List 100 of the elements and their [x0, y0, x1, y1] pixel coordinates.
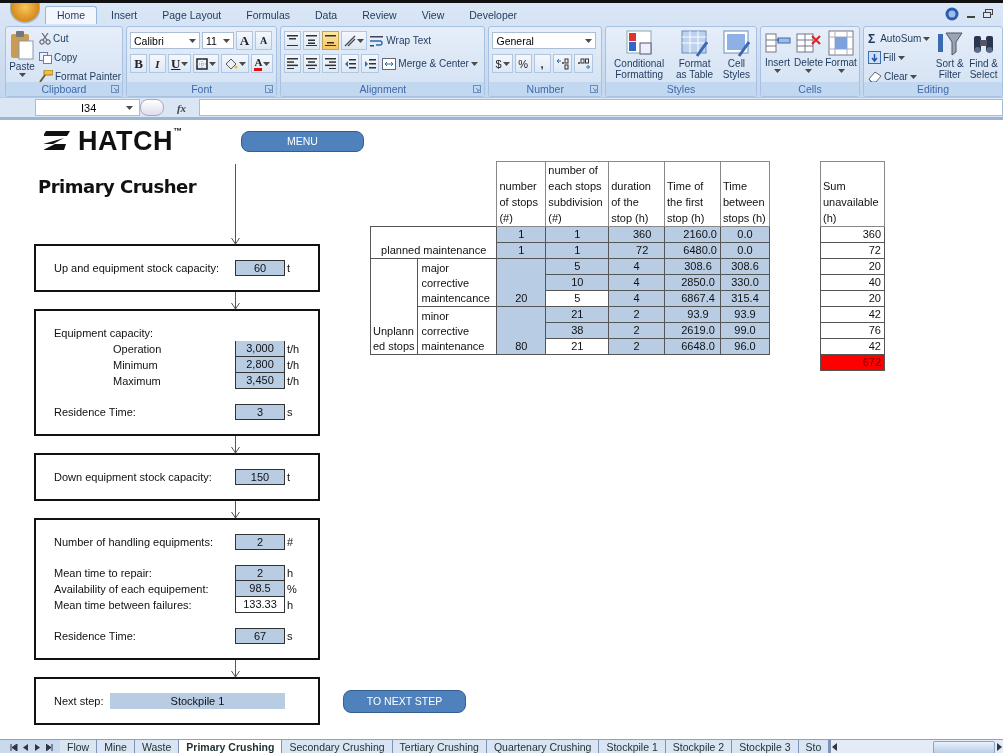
caret-down-icon [18, 73, 26, 77]
currency-button[interactable]: $ [492, 54, 513, 73]
cut-button[interactable]: Cut [38, 30, 123, 47]
name-box[interactable]: I34 [35, 99, 140, 116]
field-label: Maximum [112, 375, 162, 387]
insert-button[interactable]: Insert [764, 30, 792, 73]
sheet-tab[interactable]: Waste [134, 740, 180, 753]
format-cells-icon [828, 30, 854, 56]
group-label: Number [526, 83, 564, 95]
previous-sheet-icon[interactable] [22, 743, 30, 751]
value-cell: 3 [235, 404, 285, 420]
logo-wordmark: HATCH$^{™}$ [78, 125, 183, 157]
shrink-font-button[interactable]: A [255, 31, 272, 50]
merge-center-button[interactable]: Merge & Center [381, 55, 479, 72]
font-name-dropdown[interactable]: Calibri [130, 32, 200, 49]
sheet-tab[interactable]: Quartenary Crushing [486, 740, 600, 753]
menu-button[interactable]: MENU [241, 130, 364, 152]
help-icon[interactable] [945, 6, 959, 21]
autosum-button[interactable]: Σ AutoSum [867, 30, 932, 47]
sort-filter-button[interactable]: Sort & Filter [934, 30, 966, 86]
borders-button[interactable] [193, 54, 220, 73]
sheet-tab[interactable]: Primary Crushing [179, 740, 283, 753]
fill-button[interactable]: Fill [867, 49, 932, 66]
scrollbar-thumb[interactable] [933, 740, 995, 753]
middle-align-button[interactable] [303, 31, 321, 50]
wrap-text-button[interactable]: Wrap Text [369, 32, 432, 49]
italic-button[interactable]: I [149, 54, 166, 73]
sheet-tab[interactable]: Secondary Crushing [282, 740, 393, 753]
field-label: Mean time to repair: [54, 567, 153, 579]
percent-button[interactable]: % [514, 54, 532, 73]
bottom-align-button[interactable] [322, 31, 340, 50]
ribbon-tab[interactable]: Insert [100, 7, 149, 24]
format-painter-button[interactable]: Format Painter [38, 68, 123, 85]
scissors-icon [39, 32, 51, 45]
grow-font-button[interactable]: A [236, 31, 253, 50]
ribbon-tab[interactable]: View [410, 7, 456, 24]
number-format-dropdown[interactable]: General [492, 32, 597, 49]
orientation-button[interactable] [341, 31, 368, 50]
last-sheet-icon[interactable] [46, 743, 54, 751]
increase-decimal-button[interactable] [552, 54, 572, 73]
clear-button[interactable]: Clear [867, 68, 932, 85]
restore-icon[interactable] [983, 9, 993, 18]
table-cell: 42 [820, 338, 885, 355]
align-right-button[interactable] [322, 54, 340, 73]
paste-button[interactable]: Paste [9, 30, 35, 77]
caret-down-icon [357, 38, 365, 43]
caret-down-icon [263, 61, 271, 66]
fill-color-button[interactable] [221, 54, 250, 73]
ribbon-tab[interactable]: Page Layout [151, 7, 233, 24]
decrease-indent-button[interactable] [341, 54, 360, 73]
copy-icon [39, 51, 52, 64]
format-button[interactable]: Format [826, 30, 856, 73]
caret-down-icon [209, 61, 217, 66]
first-sheet-icon[interactable] [10, 743, 18, 751]
page-title: Primary Crusher [37, 175, 198, 199]
caret-down-icon [585, 38, 593, 43]
sheet-tab[interactable]: Sto [798, 740, 830, 753]
scroll-right-icon[interactable] [995, 743, 1003, 751]
sheet-tab[interactable]: Stockpile 2 [665, 740, 733, 753]
border-icon [196, 57, 209, 70]
sheet-tab[interactable]: Stockpile 1 [599, 740, 666, 753]
top-align-button[interactable] [284, 31, 302, 50]
ribbon-tab[interactable]: Home [45, 6, 97, 24]
row-label: minor corrective maintenance [417, 306, 497, 355]
sheet-tab[interactable]: Mine [97, 740, 135, 753]
group-label: Editing [916, 83, 950, 95]
unit-label: s [286, 630, 294, 642]
caret-down-icon [805, 69, 813, 73]
insert-function-button[interactable]: fx [164, 101, 199, 114]
formula-input[interactable] [199, 99, 1003, 116]
scroll-left-icon[interactable] [831, 743, 840, 751]
ribbon-tab[interactable]: Formulas [235, 7, 301, 24]
group-label: Alignment [359, 83, 407, 95]
column-header: number of each stops subdivision (#) [545, 161, 609, 227]
sheet-tab[interactable]: Tertiary Crushing [392, 740, 487, 753]
clipboard-icon [9, 30, 35, 60]
next-sheet-icon[interactable] [34, 743, 42, 751]
unit-label: t [286, 262, 292, 274]
sheet-tab[interactable]: Stockpile 3 [732, 740, 799, 753]
align-left-button[interactable] [284, 54, 302, 73]
increase-indent-button[interactable] [361, 54, 380, 73]
ribbon-tab[interactable]: Data [304, 7, 349, 24]
font-size-dropdown[interactable]: 11 [202, 32, 234, 49]
horizontal-scrollbar[interactable] [829, 740, 1003, 753]
caret-down-icon [470, 61, 478, 66]
copy-button[interactable]: Copy [38, 49, 123, 66]
delete-button[interactable]: Delete [794, 30, 823, 73]
ribbon-tab[interactable]: Review [351, 7, 408, 24]
font-color-button[interactable]: A [251, 54, 274, 73]
unit-label: t/h [286, 343, 301, 355]
next-step-button[interactable]: TO NEXT STEP [343, 689, 466, 713]
ribbon-tab[interactable]: Developer [458, 7, 529, 24]
table-cell: 80 [496, 306, 546, 355]
table-brush-icon [681, 30, 709, 57]
center-button[interactable] [303, 54, 321, 73]
comma-button[interactable]: , [533, 54, 551, 73]
underline-button[interactable]: U [168, 54, 192, 73]
decrease-decimal-button[interactable] [573, 54, 593, 73]
bold-button[interactable]: B [130, 54, 147, 73]
sheet-tab[interactable]: Flow [60, 740, 98, 753]
